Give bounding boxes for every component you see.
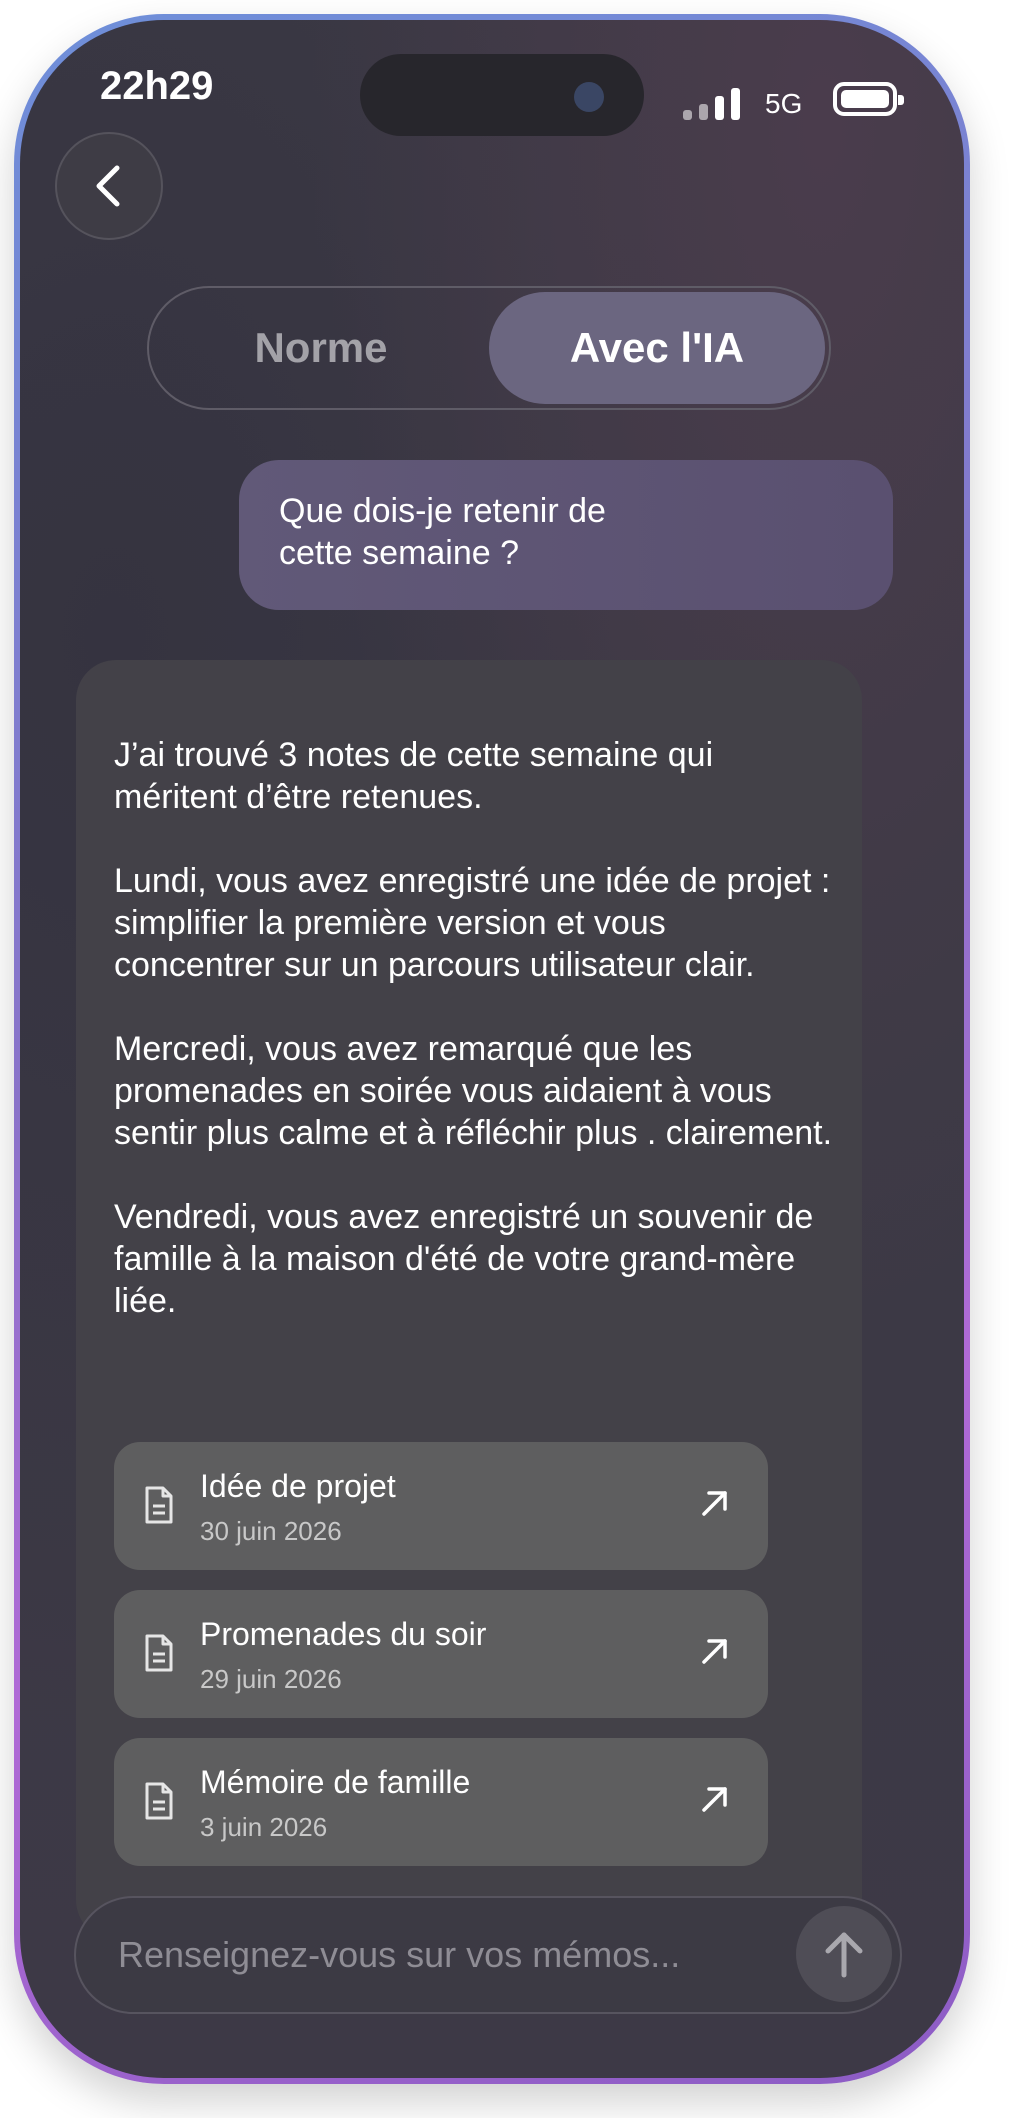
tab-avec-ia[interactable]: Avec l'IA xyxy=(489,292,825,404)
ai-paragraph: Mercredi, vous avez remarqué que les pro… xyxy=(114,1030,833,1152)
note-date: 30 juin 2026 xyxy=(200,1516,342,1546)
chevron-left-icon xyxy=(96,165,120,207)
note-title: Mémoire de famille xyxy=(200,1764,471,1800)
ai-paragraph: Vendredi, vous avez enregistré un souven… xyxy=(114,1198,814,1320)
note-card-project-idea[interactable]: Idée de projet 30 juin 2026 xyxy=(114,1442,768,1570)
screen: 22h29 5G Norme Avec l'IA Que dois-je ret… xyxy=(20,20,964,2078)
status-time: 22h29 xyxy=(100,64,214,108)
user-message-text: Que dois-je retenir de cette semaine ? xyxy=(279,492,606,572)
note-title: Idée de projet xyxy=(200,1468,396,1504)
note-date: 3 juin 2026 xyxy=(200,1812,328,1842)
composer-placeholder[interactable]: Renseignez-vous sur vos mémos... xyxy=(118,1934,680,1976)
arrow-up-right-icon[interactable] xyxy=(700,1636,730,1666)
note-date: 29 juin 2026 xyxy=(200,1664,342,1694)
note-title: Promenades du soir xyxy=(200,1616,487,1652)
ai-reply-text: J’ai trouvé 3 notes de cette semaine qui… xyxy=(114,734,834,1364)
ai-paragraph: Lundi, vous avez enregistré une idée de … xyxy=(114,862,831,984)
back-button[interactable] xyxy=(55,132,163,240)
mode-switch: Norme Avec l'IA xyxy=(147,286,831,410)
arrow-up-right-icon[interactable] xyxy=(700,1784,730,1814)
dynamic-island xyxy=(360,54,644,136)
ai-paragraph: J’ai trouvé 3 notes de cette semaine qui… xyxy=(114,736,714,816)
signal-icon xyxy=(683,88,743,120)
document-icon xyxy=(145,1486,173,1524)
document-icon xyxy=(145,1634,173,1672)
camera-icon xyxy=(574,82,604,112)
document-icon xyxy=(145,1782,173,1820)
battery-icon xyxy=(833,82,904,116)
arrow-up-icon xyxy=(825,1932,863,1978)
tab-norme[interactable]: Norme xyxy=(153,292,489,404)
send-button[interactable] xyxy=(796,1906,892,2002)
user-message-bubble: Que dois-je retenir de cette semaine ? xyxy=(239,460,893,610)
note-card-evening-walks[interactable]: Promenades du soir 29 juin 2026 xyxy=(114,1590,768,1718)
arrow-up-right-icon[interactable] xyxy=(700,1488,730,1518)
phone-frame: 22h29 5G Norme Avec l'IA Que dois-je ret… xyxy=(14,14,970,2084)
network-type: 5G xyxy=(765,88,803,119)
note-card-family-memory[interactable]: Mémoire de famille 3 juin 2026 xyxy=(114,1738,768,1866)
message-composer[interactable]: Renseignez-vous sur vos mémos... xyxy=(74,1896,902,2014)
